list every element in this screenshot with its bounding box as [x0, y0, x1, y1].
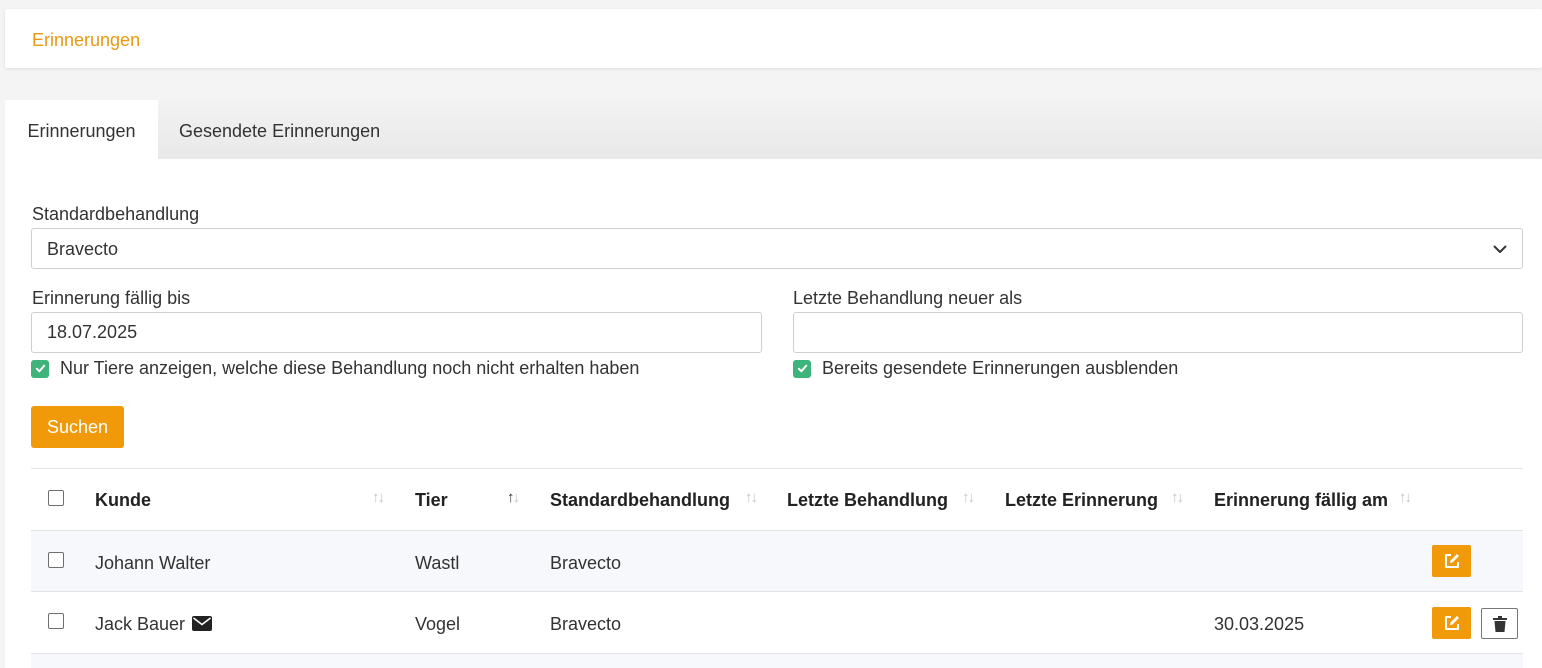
sort-icon[interactable]: ↑↓ [745, 489, 758, 506]
chevron-down-icon [1493, 245, 1507, 253]
treatment-select-value: Bravecto [47, 239, 119, 259]
only-untreated-option: Nur Tiere anzeigen, welche diese Behandl… [31, 358, 639, 379]
check-icon [797, 364, 807, 373]
sort-icon[interactable]: ↑↓ [962, 489, 975, 506]
hide-sent-label: Bereits gesendete Erinnerungen ausblende… [822, 358, 1179, 378]
select-all-checkbox[interactable] [48, 490, 64, 506]
due-until-input[interactable] [31, 312, 762, 353]
cell-kunde[interactable]: Jack Bauer [95, 614, 213, 635]
col-header-kunde[interactable]: Kunde [95, 490, 151, 511]
cell-faellig-am: 30.03.2025 [1214, 614, 1305, 634]
edit-icon [1444, 616, 1459, 630]
col-header-tier[interactable]: Tier [415, 490, 448, 511]
envelope-icon [192, 616, 213, 631]
cell-tier: Vogel [415, 614, 461, 634]
cell-kunde[interactable]: Johann Walter [95, 553, 210, 574]
hide-sent-option: Bereits gesendete Erinnerungen ausblende… [793, 358, 1178, 379]
due-until-label: Erinnerung fällig bis [32, 288, 191, 308]
customer-name: Jack Bauer [95, 614, 186, 634]
search-button[interactable]: Suchen [31, 406, 124, 448]
sort-icon[interactable]: ↑↓ [1171, 489, 1184, 506]
col-header-faellig-am[interactable]: Erinnerung fällig am [1214, 490, 1388, 511]
col-header-letzte-behandlung[interactable]: Letzte Behandlung [787, 490, 948, 511]
sort-icon[interactable]: ↑↓ [507, 489, 520, 506]
tab-content: Standardbehandlung Bravecto Erinnerung f… [5, 159, 1542, 668]
row-divider [31, 591, 1523, 592]
treatment-label: Standardbehandlung [32, 204, 200, 224]
cell-standardbehandlung: Bravecto [550, 553, 622, 573]
only-untreated-checkbox[interactable] [31, 359, 49, 378]
last-treatment-label: Letzte Behandlung neuer als [793, 288, 1023, 308]
tab-reminders[interactable]: Erinnerungen [5, 100, 158, 159]
sort-icon[interactable]: ↑↓ [372, 489, 385, 506]
page-title: Erinnerungen [32, 30, 141, 50]
last-treatment-input[interactable] [793, 312, 1523, 353]
edit-icon [1444, 554, 1459, 568]
table-divider [31, 468, 1523, 469]
trash-icon [1492, 615, 1507, 632]
table-row [31, 531, 1523, 591]
tab-sent-reminders[interactable]: Gesendete Erinnerungen [179, 100, 409, 159]
row-checkbox[interactable] [48, 613, 64, 629]
cell-tier: Wastl [415, 553, 460, 573]
sort-icon[interactable]: ↑↓ [1399, 489, 1412, 506]
row-checkbox[interactable] [48, 552, 64, 568]
tab-bar: Erinnerungen Gesendete Erinnerungen [5, 100, 1542, 159]
page-header: Erinnerungen [5, 9, 1542, 68]
only-untreated-label: Nur Tiere anzeigen, welche diese Behandl… [60, 358, 640, 378]
edit-button[interactable] [1432, 607, 1471, 639]
col-header-letzte-erinnerung[interactable]: Letzte Erinnerung [1005, 490, 1158, 511]
cell-standardbehandlung: Bravecto [550, 614, 622, 634]
treatment-select[interactable]: Bravecto [31, 228, 1523, 269]
delete-button[interactable] [1481, 608, 1518, 639]
col-header-standardbehandlung[interactable]: Standardbehandlung [550, 490, 730, 511]
edit-button[interactable] [1432, 545, 1471, 577]
table-row [31, 654, 1523, 668]
hide-sent-checkbox[interactable] [793, 359, 811, 378]
check-icon [35, 364, 45, 373]
